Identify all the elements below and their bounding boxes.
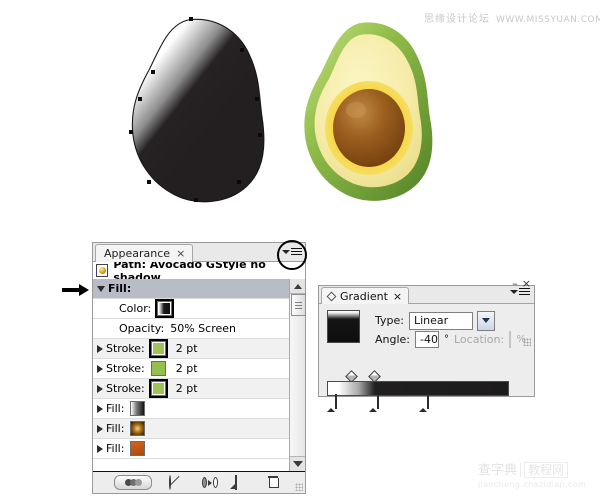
add-new-effect-button[interactable]	[114, 475, 152, 490]
disclosure-triangle-icon[interactable]	[97, 404, 103, 413]
appearance-row-fill-4[interactable]: Fill:	[93, 439, 289, 459]
row-value: 2 pt	[175, 342, 198, 355]
gradient-preview-swatch[interactable]	[327, 310, 360, 343]
pointer-arrow-annotation	[62, 284, 89, 296]
row-label: Fill:	[106, 402, 125, 415]
gradient-angle-row: Angle: -40 ° Location: %	[375, 330, 526, 349]
appearance-panel-footer	[93, 471, 305, 493]
tab-appearance-label: Appearance	[104, 247, 171, 260]
row-label: Stroke:	[106, 362, 145, 375]
row-label: Stroke:	[106, 342, 145, 355]
appearance-row-stroke-1[interactable]: Stroke: 2 pt	[93, 339, 289, 359]
scroll-down-icon[interactable]	[290, 456, 305, 471]
gradient-type-select[interactable]: Linear	[408, 311, 473, 330]
fill-swatch[interactable]	[130, 441, 146, 456]
watermark-top-site: WWW.MISSYUAN.COM	[496, 15, 600, 25]
gradient-location-input[interactable]	[509, 331, 512, 348]
appearance-row-fill-2[interactable]: Fill:	[93, 399, 289, 419]
watermark-bottom-site: jiaocheng.chazidian.com	[478, 480, 587, 489]
gradient-ramp-area[interactable]	[327, 370, 525, 412]
gradient-panel-body: Type: Linear Angle: -40 ° Location: %	[319, 304, 534, 412]
appearance-row-opacity[interactable]: Opacity: 50% Screen	[93, 319, 289, 339]
tab-gradient-label: Gradient	[340, 289, 388, 303]
disclosure-triangle-icon[interactable]	[97, 444, 103, 453]
gradient-type-label: Type:	[375, 314, 404, 327]
fill-swatch[interactable]	[130, 401, 146, 416]
appearance-row-color[interactable]: Color:	[93, 299, 289, 319]
appearance-row-fill-active[interactable]: Fill:	[93, 279, 289, 299]
row-label: Fill:	[106, 422, 125, 435]
close-icon[interactable]: ×	[176, 248, 185, 259]
watermark-bottom-cn-1: 查字典	[478, 462, 518, 478]
row-value: 2 pt	[175, 362, 198, 375]
gradient-stop-handle[interactable]	[327, 394, 337, 412]
gradient-glyph-icon	[326, 291, 337, 301]
gradient-ramp[interactable]	[327, 381, 509, 396]
disclosure-triangle-icon[interactable]	[97, 344, 103, 353]
appearance-target-row[interactable]: Path: Avocado GStyle no shadow	[93, 258, 305, 284]
hamburger-icon	[291, 248, 302, 255]
panel-menu-icon[interactable]	[282, 244, 302, 259]
gradient-stops	[327, 394, 507, 412]
disclosure-triangle-icon[interactable]	[97, 364, 103, 373]
hamburger-icon	[519, 288, 530, 295]
target-indicator-icon	[96, 264, 109, 277]
clear-appearance-button[interactable]	[169, 474, 185, 490]
watermark-bottom: 查字典 教程网 jiaocheng.chazidian.com	[478, 462, 596, 496]
gradient-stop-handle[interactable]	[369, 394, 379, 412]
appearance-scrollbar[interactable]	[289, 279, 306, 471]
tab-appearance[interactable]: Appearance ×	[95, 244, 194, 262]
gradient-type-row: Type: Linear	[375, 310, 526, 331]
appearance-row-fill-3[interactable]: Fill:	[93, 419, 289, 439]
row-label: Fill:	[106, 442, 125, 455]
chevron-down-icon	[282, 249, 290, 254]
tab-gradient[interactable]: Gradient ×	[321, 287, 410, 304]
disclosure-triangle-icon[interactable]	[97, 285, 105, 292]
gradient-location-label: Location:	[453, 333, 505, 346]
chevron-down-icon[interactable]	[476, 310, 495, 331]
degree-symbol: °	[443, 334, 449, 345]
row-value: 2 pt	[175, 382, 198, 395]
disclosure-triangle-icon[interactable]	[97, 384, 103, 393]
appearance-row-stroke-2[interactable]: Stroke: 2 pt	[93, 359, 289, 379]
divider	[520, 463, 522, 477]
scroll-up-icon[interactable]	[290, 279, 305, 294]
stroke-swatch[interactable]	[150, 381, 166, 396]
gradient-angle-label: Angle:	[375, 333, 411, 346]
watermark-bottom-cn-2: 教程网	[524, 462, 569, 478]
chevron-down-icon	[510, 289, 518, 294]
illustrator-workspace: 思缘设计论坛 WWW.MISSYUAN.COM Appearance × Pat…	[0, 0, 600, 500]
gradient-stop-handle[interactable]	[419, 394, 429, 412]
gradient-midpoint-markers	[327, 370, 525, 383]
resize-grip-icon[interactable]	[295, 483, 303, 491]
gradient-angle-input[interactable]: -40	[415, 331, 439, 348]
appearance-panel-tabstrip: Appearance ×	[93, 243, 305, 262]
row-label: Color:	[119, 302, 152, 315]
close-icon[interactable]: ×	[393, 290, 402, 303]
row-label: Opacity:	[119, 322, 165, 335]
appearance-row-stroke-3[interactable]: Stroke: 2 pt	[93, 379, 289, 399]
delete-selected-item-button[interactable]	[268, 475, 284, 490]
row-value: 50% Screen	[170, 322, 236, 335]
scrollbar-track[interactable]	[290, 308, 305, 457]
appearance-panel[interactable]: Appearance × Path: Avocado GStyle no sha…	[92, 242, 306, 494]
fill-swatch[interactable]	[130, 421, 146, 436]
row-label: Stroke:	[106, 382, 145, 395]
appearance-attribute-list[interactable]: Fill: Color: Opacity: 50% Screen Stroke:…	[93, 279, 289, 471]
avocado-silhouette-gradient	[129, 17, 265, 203]
resize-grip-icon[interactable]	[523, 338, 531, 346]
stroke-swatch[interactable]	[150, 341, 166, 356]
stroke-swatch[interactable]	[150, 361, 166, 376]
panel-menu-icon[interactable]	[510, 288, 530, 295]
gradient-panel[interactable]: – × Gradient × Type: Linear Angle: -40 °…	[318, 278, 535, 412]
reduce-to-basic-appearance-button[interactable]	[202, 476, 218, 490]
avocado-half-illustration	[304, 22, 433, 201]
disclosure-triangle-icon[interactable]	[97, 424, 103, 433]
row-label: Fill:	[108, 282, 132, 295]
duplicate-selected-item-button[interactable]	[235, 474, 251, 490]
scrollbar-thumb[interactable]	[291, 294, 306, 316]
color-swatch[interactable]	[157, 301, 173, 316]
gradient-panel-tabstrip: – × Gradient ×	[319, 278, 534, 304]
